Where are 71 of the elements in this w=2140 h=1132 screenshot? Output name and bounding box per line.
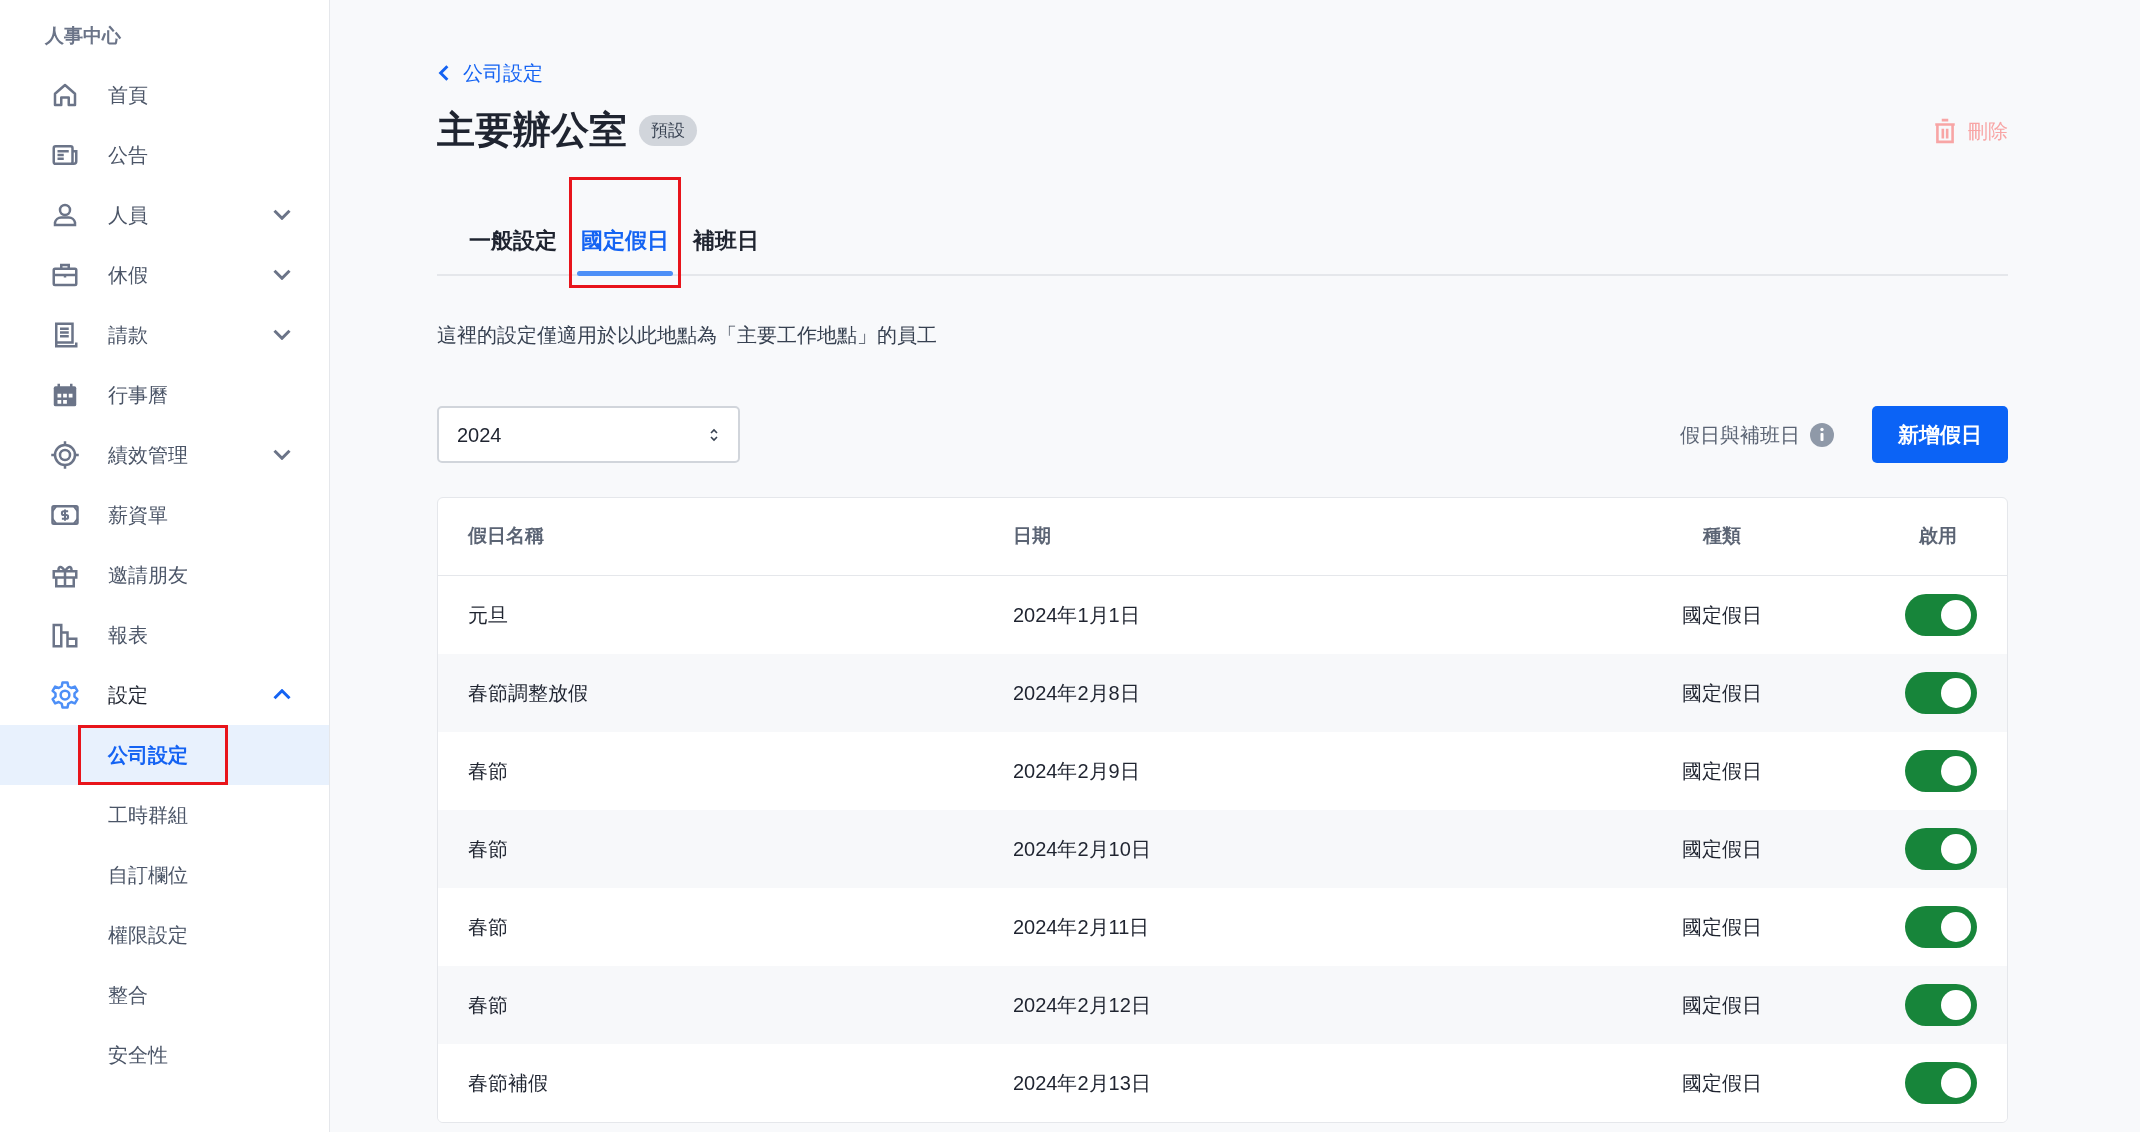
table-cell-text: 2024年2月11日 [1013, 915, 1151, 940]
enable-toggle[interactable] [1905, 1062, 1977, 1104]
table-cell-text: 國定假日 [1681, 837, 1763, 862]
scope-note: 這裡的設定僅適用於以此地點為「主要工作地點」的員工 [437, 323, 938, 348]
enable-toggle[interactable] [1905, 984, 1977, 1026]
default-tag: 預設 [639, 114, 697, 147]
table-cell-text: 春節 [467, 993, 509, 1018]
nav-item[interactable]: 報表 [0, 604, 329, 665]
nav-item[interactable]: 行事曆 [0, 364, 329, 425]
nav-item[interactable]: 邀請朋友 [0, 544, 329, 605]
table-cell-text: 2024年1月1日 [1013, 603, 1141, 628]
table-cell-text: 春節 [467, 837, 509, 862]
nav-item[interactable]: 人員 [0, 184, 329, 245]
nav-subitem[interactable]: 公司設定 [0, 724, 329, 785]
legend-label: 假日與補班日 [1680, 422, 1800, 448]
nav-subitem[interactable]: 自訂欄位 [0, 844, 329, 905]
year-select[interactable]: 2024 [437, 406, 740, 463]
column-header: 種類 [1701, 524, 1742, 549]
table-cell-text: 2024年2月10日 [1013, 837, 1152, 862]
table-cell-text: 春節補假 [467, 1071, 549, 1096]
trash-icon [1934, 117, 1956, 144]
enable-toggle[interactable] [1905, 672, 1977, 714]
table-cell-text: 春節 [467, 915, 509, 940]
table-cell-text: 元旦 [467, 603, 509, 628]
chevron-down-icon [273, 449, 291, 460]
tab[interactable]: 一般設定 [459, 209, 567, 274]
nav-item[interactable]: 設定 [0, 664, 329, 725]
target-icon [50, 439, 80, 470]
enable-toggle[interactable] [1905, 906, 1977, 948]
sort-caret-icon [708, 426, 720, 443]
table-cell-text: 春節 [467, 759, 509, 784]
page-title: 主要辦公室 [437, 108, 627, 153]
enable-toggle[interactable] [1905, 750, 1977, 792]
add-holiday-button[interactable]: 新增假日 [1872, 406, 2008, 463]
back-chevron-icon [437, 64, 451, 82]
info-icon[interactable] [1810, 422, 1834, 447]
column-header: 日期 [1013, 524, 1052, 549]
table-cell-text: 國定假日 [1681, 1071, 1763, 1096]
table-cell-text: 2024年2月8日 [1013, 681, 1141, 706]
column-header: 啟用 [1918, 524, 1958, 549]
table-cell-text: 2024年2月9日 [1013, 759, 1141, 784]
nav-subitem[interactable]: 工時群組 [0, 784, 329, 845]
table-cell-text: 國定假日 [1681, 603, 1763, 628]
tab[interactable]: 國定假日 [571, 209, 679, 274]
nav-subitem[interactable]: 安全性 [0, 1024, 329, 1085]
tab[interactable]: 補班日 [683, 209, 769, 274]
nav-item[interactable]: 首頁 [0, 64, 329, 125]
table-cell-text: 國定假日 [1681, 681, 1763, 706]
table-cell-text: 國定假日 [1681, 759, 1763, 784]
column-header: 假日名稱 [466, 524, 545, 549]
enable-toggle[interactable] [1905, 828, 1977, 870]
nav-item[interactable]: 公告 [0, 124, 329, 185]
enable-toggle[interactable] [1905, 594, 1977, 636]
table-cell-text: 2024年2月12日 [1013, 993, 1152, 1018]
table-cell-text: 春節調整放假 [467, 681, 589, 706]
nav-item[interactable]: 績效管理 [0, 424, 329, 485]
nav-subitem[interactable]: 整合 [0, 964, 329, 1025]
back-link[interactable]: 公司設定 [437, 58, 543, 88]
chevron-up-icon [273, 689, 291, 700]
nav-item[interactable]: 薪資單 [0, 484, 329, 545]
chevron-down-icon [273, 209, 291, 220]
app-title: 人事中心 [44, 24, 122, 48]
chevron-down-icon [273, 329, 291, 340]
table-cell-text: 2024年2月13日 [1013, 1071, 1152, 1096]
settings-icon [50, 679, 80, 710]
nav-subitem[interactable]: 權限設定 [0, 904, 329, 965]
nav-item[interactable]: 請款 [0, 304, 329, 365]
chevron-down-icon [273, 269, 291, 280]
nav-item[interactable]: 休假 [0, 244, 329, 305]
table-cell-text: 國定假日 [1681, 915, 1763, 940]
table-cell-text: 國定假日 [1681, 993, 1763, 1018]
